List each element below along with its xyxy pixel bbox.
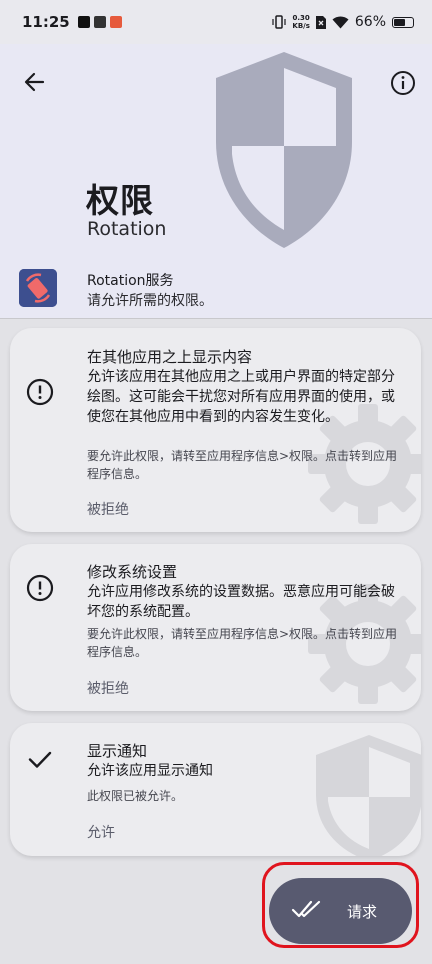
permission-card-notifications[interactable]: 显示通知 允许该应用显示通知 此权限已被允许。 允许 [10,723,421,856]
battery-fill [394,18,405,26]
permission-hint: 此权限已被允许。 [87,789,184,803]
permission-status: 允许 [87,825,115,841]
permission-title: 修改系统设置 [87,563,178,581]
page-subtitle: Rotation [87,218,167,240]
battery-icon [392,16,414,28]
permission-description: 允许应用修改系统的设置数据。恶意应用可能会破坏您的系统配置。 [87,584,395,620]
error-outline-icon [26,378,54,406]
permission-title: 在其他应用之上显示内容 [87,348,253,366]
permission-description: 允许该应用在其他应用之上或用户界面的特定部分绘图。这可能会干扰您对所有应用界面的… [87,369,395,425]
status-right: 0.30 KB/s 66% [272,14,414,30]
info-icon [391,71,415,95]
battery-percent: 66% [354,14,386,30]
notification-icons [77,16,122,28]
red-app-icon [109,16,122,28]
shield-icon [216,52,352,248]
app-icon [19,269,57,307]
page-title: 权限 [86,181,154,220]
square-app-icon [93,16,106,28]
permission-card-system-settings[interactable]: 修改系统设置 允许应用修改系统的设置数据。恶意应用可能会破坏您的系统配置。 要允… [10,544,421,711]
net-speed-value: 0.30 [292,14,310,22]
info-button[interactable] [388,68,418,98]
app-info-row: Rotation服务 请允许所需的权限。 [0,260,432,319]
request-button[interactable]: 请求 [269,878,412,944]
permission-card-overlay[interactable]: 在其他应用之上显示内容 允许该应用在其他应用之上或用户界面的特定部分绘图。这可能… [10,328,421,532]
check-icon [26,745,54,773]
status-bar: 11:25 0.30 KB/s 66% [0,0,432,44]
rotation-app-icon [19,269,57,307]
request-button-label: 请求 [347,903,378,921]
done-all-icon [291,900,321,918]
error-outline-icon [26,574,54,602]
permission-status: 被拒绝 [87,681,129,697]
vibrate-icon [272,15,286,29]
net-speed: 0.30 KB/s [292,14,309,30]
arrow-back-icon [24,72,45,92]
net-speed-unit: KB/s [292,22,310,30]
permission-description: 允许该应用显示通知 [87,763,213,779]
permission-hint: 要允许此权限，请转至应用程序信息>权限。点击转到应用程序信息。 [87,627,398,659]
sim-icon [315,15,326,29]
status-time: 11:25 [22,13,70,31]
app-name: Rotation服务 [87,273,174,289]
tiktok-icon [77,16,90,28]
app-description: 请允许所需的权限。 [87,293,213,309]
wifi-icon [332,15,349,28]
header: 权限 Rotation [0,44,432,260]
permission-hint: 要允许此权限，请转至应用程序信息>权限。点击转到应用程序信息。 [87,449,398,481]
permission-status: 被拒绝 [87,502,129,518]
back-button[interactable] [20,68,48,96]
permission-title: 显示通知 [87,742,148,760]
